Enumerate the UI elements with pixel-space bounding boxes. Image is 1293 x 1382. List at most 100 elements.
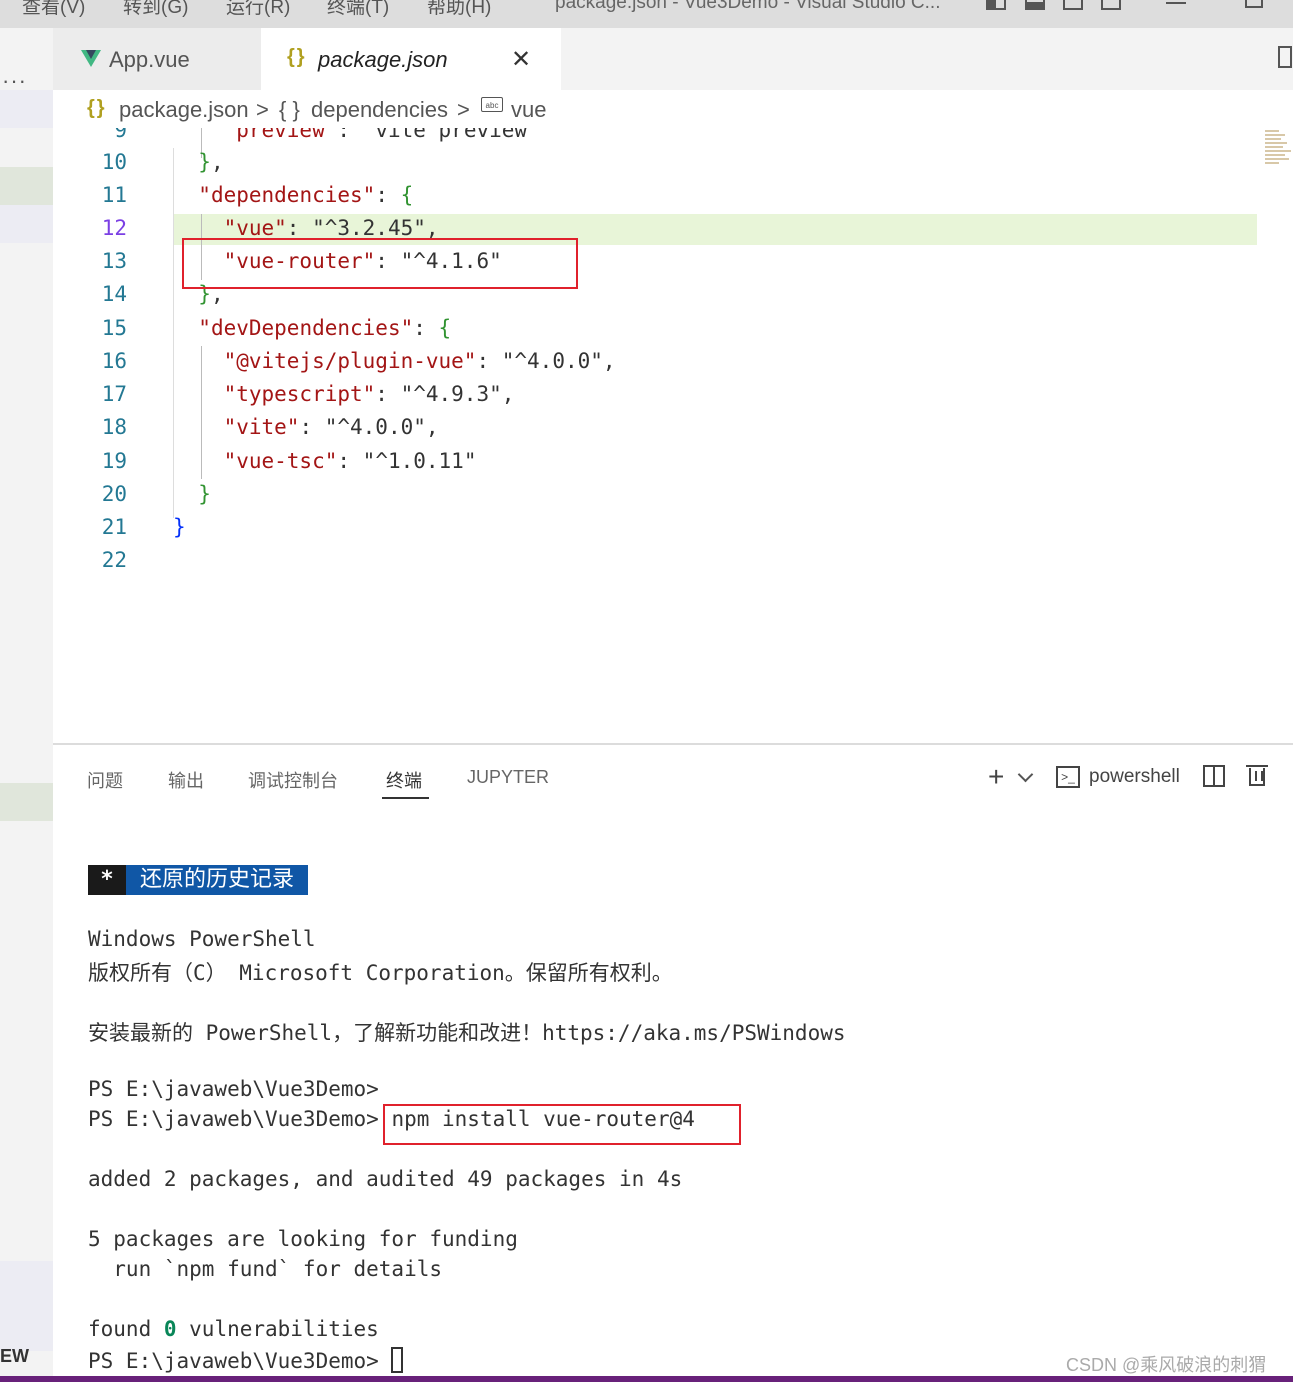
chevron-right-icon: > xyxy=(256,97,269,122)
terminal-prompt-line: PS E:\javaweb\Vue3Demo> xyxy=(88,1347,404,1373)
menu-help[interactable]: 帮助(H) xyxy=(427,0,491,19)
sidebar-section-label: EW xyxy=(0,1346,29,1366)
breadcrumb: {} package.json > { } dependencies > abc… xyxy=(53,90,1293,128)
line-number: 17 xyxy=(101,382,127,406)
restored-history-banner: * 还原的历史记录 xyxy=(88,865,309,895)
annotation-box xyxy=(383,1104,741,1145)
chevron-down-icon[interactable] xyxy=(1017,766,1034,783)
code-line: "dependencies": { xyxy=(198,183,414,207)
terminal-icon: >_ xyxy=(1056,766,1080,788)
status-bar xyxy=(0,1376,1293,1382)
restore-star: * xyxy=(88,865,126,895)
vue-icon xyxy=(81,50,101,67)
terminal-line: 版权所有（C） Microsoft Corporation。保留所有权利。 xyxy=(88,961,673,985)
tab-label: App.vue xyxy=(109,47,190,72)
code-line: }, xyxy=(198,150,224,174)
terminal-line: Windows PowerShell xyxy=(88,927,316,951)
line-number: 10 xyxy=(101,150,127,174)
annotation-box xyxy=(182,238,578,289)
line-number: 14 xyxy=(101,282,127,306)
terminal-line: found 0 vulnerabilities xyxy=(88,1317,379,1341)
maximize-icon[interactable] xyxy=(1245,0,1263,8)
code-line: } xyxy=(173,515,186,539)
terminal-prompt: PS E:\javaweb\Vue3Demo> xyxy=(88,1349,379,1373)
minimap[interactable] xyxy=(1265,128,1293,178)
activity-band xyxy=(0,205,53,243)
terminal-line: run `npm fund` for details xyxy=(88,1257,443,1281)
menu-run[interactable]: 运行(R) xyxy=(226,0,290,19)
menu-view[interactable]: 查看(V) xyxy=(22,0,85,19)
minimize-icon[interactable] xyxy=(1166,2,1186,4)
activity-band xyxy=(0,1261,53,1351)
code-line: "@vitejs/plugin-vue": "^4.0.0", xyxy=(223,349,616,373)
code-line: "vue-tsc": "^1.0.11" xyxy=(223,449,477,473)
title-menu-bar: 查看(V) 转到(G) 运行(R) 终端(T) 帮助(H) package.js… xyxy=(0,0,1293,28)
restore-label: 还原的历史记录 xyxy=(140,867,295,892)
new-terminal-icon[interactable]: + xyxy=(988,763,1004,791)
close-icon[interactable]: ✕ xyxy=(511,45,531,74)
line-number: 11 xyxy=(101,183,127,207)
breadcrumb-item[interactable]: vue xyxy=(511,97,546,123)
code-line: "vue": "^3.2.45", xyxy=(223,216,439,240)
found-text: found xyxy=(88,1317,164,1341)
line-number: 19 xyxy=(101,449,127,473)
terminal-shell-label[interactable]: powershell xyxy=(1089,766,1180,788)
line-number: 21 xyxy=(101,515,127,539)
activity-band xyxy=(0,783,53,821)
line-number: 20 xyxy=(101,482,127,506)
line-number: 18 xyxy=(101,415,127,439)
string-icon: abc xyxy=(481,97,503,112)
code-line: "typescript": "^4.9.3", xyxy=(223,382,515,406)
tab-terminal[interactable]: 终端 xyxy=(386,767,422,793)
menu-goto[interactable]: 转到(G) xyxy=(123,0,188,19)
line-number: 9 xyxy=(114,128,127,142)
toggle-sidebar-icon[interactable] xyxy=(986,0,1006,10)
tab-label: package.json xyxy=(318,47,448,72)
terminal-line: 安装最新的 PowerShell，了解新功能和改进！https://aka.ms… xyxy=(88,1021,846,1045)
split-terminal-icon[interactable] xyxy=(1203,765,1225,787)
line-number: 22 xyxy=(101,548,127,572)
found-text: vulnerabilities xyxy=(176,1317,379,1341)
line-number: 16 xyxy=(101,349,127,373)
activity-bar: ··· EW xyxy=(0,28,53,1382)
code-editor[interactable]: 9 "preview": "vite preview" 10 }, 11 "depe… xyxy=(53,128,1293,743)
toggle-secondary-sidebar-icon[interactable] xyxy=(1063,0,1083,10)
line-number: 13 xyxy=(101,249,127,273)
split-editor-icon[interactable] xyxy=(1278,46,1292,68)
line-number: 12 xyxy=(101,216,127,240)
vulnerability-count: 0 xyxy=(163,1317,177,1341)
tab-problems[interactable]: 问题 xyxy=(87,767,123,793)
activity-band xyxy=(0,90,53,128)
tab-app-vue[interactable]: App.vue xyxy=(53,28,261,90)
json-braces-icon: {} xyxy=(87,97,107,119)
code-line: "preview": "vite preview" xyxy=(223,128,540,142)
tab-output[interactable]: 输出 xyxy=(168,767,204,793)
editor-tab-bar: App.vue {} package.json ✕ xyxy=(53,28,1293,90)
trash-icon[interactable] xyxy=(1246,765,1268,786)
code-line: "vite": "^4.0.0", xyxy=(223,415,439,439)
customize-layout-icon[interactable] xyxy=(1101,0,1121,10)
chevron-right-icon: > xyxy=(457,97,470,122)
watermark: CSDN @乘风破浪的刺猬 xyxy=(1066,1355,1267,1375)
terminal-line: 5 packages are looking for funding xyxy=(88,1227,518,1251)
terminal-cursor xyxy=(391,1347,404,1373)
tab-package-json[interactable]: {} package.json ✕ xyxy=(261,28,561,90)
terminal-line: added 2 packages, and audited 49 package… xyxy=(88,1167,683,1191)
terminal-prompt: PS E:\javaweb\Vue3Demo> xyxy=(88,1107,379,1131)
json-braces-icon: {} xyxy=(287,46,307,68)
activity-band xyxy=(0,167,53,205)
line-number: 15 xyxy=(101,316,127,340)
tab-debug-console[interactable]: 调试控制台 xyxy=(248,767,338,793)
toggle-panel-icon[interactable] xyxy=(1025,0,1045,10)
breadcrumb-file[interactable]: package.json xyxy=(119,97,249,123)
menu-terminal[interactable]: 终端(T) xyxy=(327,0,389,19)
bottom-panel: 问题 输出 调试控制台 终端 JUPYTER + >_ powershell *… xyxy=(53,743,1293,1378)
code-line: } xyxy=(198,482,211,506)
breadcrumb-section[interactable]: dependencies xyxy=(311,97,448,123)
tab-jupyter[interactable]: JUPYTER xyxy=(467,767,549,788)
object-braces-icon: { } xyxy=(279,97,300,122)
code-line: "devDependencies": { xyxy=(198,316,452,340)
terminal-prompt: PS E:\javaweb\Vue3Demo> xyxy=(88,1077,379,1101)
window-title: package.json - Vue3Demo - Visual Studio … xyxy=(555,0,941,13)
active-tab-indicator xyxy=(382,797,429,799)
